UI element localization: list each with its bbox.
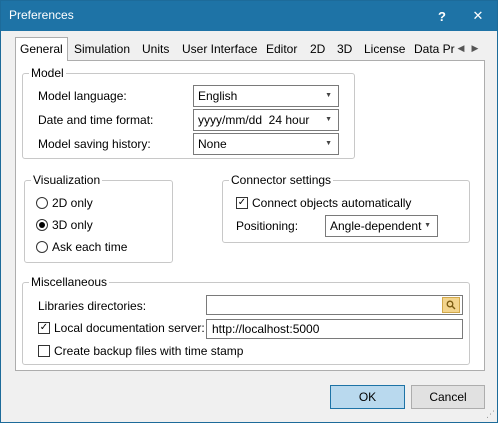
model-group-heading: Model [29, 66, 66, 80]
preferences-dialog: Preferences ? ✕ General Simulation Units… [0, 0, 498, 423]
chevron-down-icon: ▼ [325, 92, 332, 99]
resize-grip-icon[interactable]: ⋰ [486, 409, 495, 420]
datetime-format-value: yyyy/mm/dd 24 hour [198, 113, 310, 127]
title-bar: Preferences ? ✕ [1, 1, 497, 31]
window-title: Preferences [9, 8, 74, 22]
radio-3d-only[interactable] [36, 219, 48, 231]
positioning-label: Positioning: [236, 219, 299, 233]
radio-2d-only-label: 2D only [52, 196, 93, 210]
libraries-directories-input[interactable] [206, 295, 463, 315]
tab-strip: General Simulation Units User Interface … [15, 37, 485, 61]
close-button[interactable]: ✕ [461, 1, 495, 31]
tab-scroll-left-icon[interactable]: ◀ [455, 41, 467, 55]
radio-3d-only-label: 3D only [52, 218, 93, 232]
chevron-down-icon: ▼ [325, 140, 332, 147]
radio-ask-each-time[interactable] [36, 241, 48, 253]
ok-button[interactable]: OK [330, 385, 405, 409]
local-docs-checkbox[interactable]: ✓ [38, 322, 50, 334]
saving-history-select[interactable]: None ▼ [193, 133, 339, 155]
connector-settings-heading: Connector settings [229, 173, 334, 187]
cancel-button[interactable]: Cancel [411, 385, 485, 409]
local-docs-url-value: http://localhost:5000 [212, 322, 320, 336]
model-language-select[interactable]: English ▼ [193, 85, 339, 107]
tab-editor[interactable]: Editor [264, 39, 299, 59]
tab-simulation[interactable]: Simulation [72, 39, 132, 59]
datetime-format-select[interactable]: yyyy/mm/dd 24 hour ▼ [193, 109, 339, 131]
datetime-format-label: Date and time format: [38, 113, 154, 127]
model-language-value: English [198, 89, 238, 103]
positioning-value: Angle-dependent [330, 219, 422, 233]
connect-automatically-checkbox[interactable]: ✓ [236, 197, 248, 209]
chevron-down-icon: ▼ [424, 222, 431, 229]
local-docs-url-input[interactable]: http://localhost:5000 [206, 319, 463, 339]
tab-3d[interactable]: 3D [335, 39, 354, 59]
tab-general[interactable]: General [15, 37, 68, 61]
search-icon [446, 300, 456, 310]
libraries-directories-label: Libraries directories: [38, 299, 147, 313]
model-group: Model Model language: English ▼ Date and… [22, 66, 355, 159]
model-language-label: Model language: [38, 89, 127, 103]
tab-data-pr[interactable]: Data Pr [412, 39, 457, 59]
tab-units[interactable]: Units [140, 39, 171, 59]
saving-history-value: None [198, 137, 227, 151]
tab-2d[interactable]: 2D [308, 39, 327, 59]
saving-history-label: Model saving history: [38, 137, 151, 151]
miscellaneous-heading: Miscellaneous [29, 275, 110, 289]
folder-browse-icon[interactable] [442, 297, 460, 313]
miscellaneous-group: Miscellaneous Libraries directories: ✓ L… [22, 275, 470, 365]
tab-license[interactable]: License [362, 39, 407, 59]
radio-ask-each-time-label: Ask each time [52, 240, 128, 254]
connector-settings-group: Connector settings ✓ Connect objects aut… [222, 173, 470, 243]
local-docs-label: Local documentation server: [54, 321, 205, 335]
chevron-down-icon: ▼ [325, 116, 332, 123]
tab-scroll-right-icon[interactable]: ▶ [469, 41, 481, 55]
help-button[interactable]: ? [425, 1, 459, 31]
visualization-group: Visualization 2D only 3D only Ask each t… [24, 173, 173, 263]
general-tab-page: Model Model language: English ▼ Date and… [15, 60, 485, 371]
connect-automatically-label: Connect objects automatically [252, 196, 412, 210]
backup-files-label: Create backup files with time stamp [54, 344, 244, 358]
backup-files-checkbox[interactable] [38, 345, 50, 357]
visualization-group-heading: Visualization [31, 173, 103, 187]
tab-user-interface[interactable]: User Interface [180, 39, 259, 59]
radio-2d-only[interactable] [36, 197, 48, 209]
positioning-select[interactable]: Angle-dependent ▼ [325, 215, 438, 237]
